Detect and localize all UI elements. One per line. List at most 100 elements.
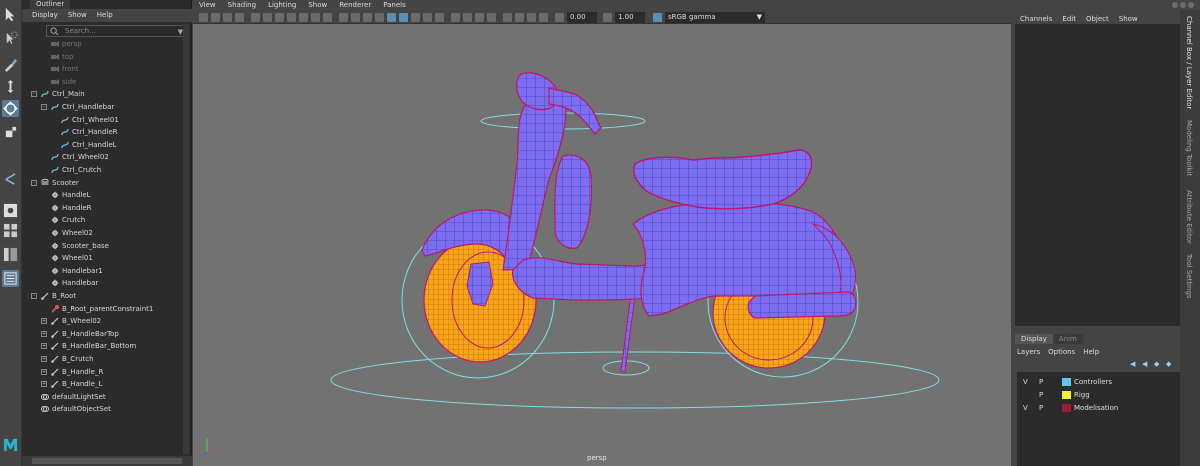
xray-joints-icon[interactable] (503, 13, 512, 22)
layer-visibility-toggle[interactable]: V (1023, 402, 1028, 414)
outliner-item[interactable]: Handlebar1 (22, 265, 182, 277)
gamma-field[interactable]: 1.00 (615, 12, 645, 23)
xray-active-icon[interactable] (515, 13, 524, 22)
menu-show[interactable]: Show (68, 9, 87, 22)
outliner-item[interactable]: side (22, 76, 182, 88)
outliner-item[interactable]: - Scooter (22, 177, 182, 189)
outliner-item[interactable]: - B_Root (22, 290, 182, 302)
outliner-item[interactable]: Handlebar (22, 277, 182, 289)
menu-layers[interactable]: Layers (1017, 346, 1040, 358)
multisample-icon[interactable] (463, 13, 472, 22)
outliner-item[interactable]: + B_Handle_R (22, 366, 182, 378)
textured-icon[interactable] (399, 13, 408, 22)
shadows-icon[interactable] (423, 13, 432, 22)
rotate-tool-icon[interactable] (2, 100, 19, 117)
move-layer-up-icon[interactable]: ◀ (1130, 360, 1138, 368)
layer-playback-toggle[interactable]: P (1039, 389, 1043, 401)
move-layer-down-icon[interactable]: ◀ (1142, 360, 1150, 368)
outliner-item[interactable]: + B_Wheel02 (22, 315, 182, 327)
outliner-item[interactable]: + B_Crutch (22, 353, 182, 365)
tab-anim[interactable]: Anim (1052, 334, 1083, 344)
outliner-item[interactable]: Crutch (22, 214, 182, 226)
gate-mask-icon[interactable] (287, 13, 296, 22)
safe-title-icon[interactable] (323, 13, 332, 22)
new-empty-layer-icon[interactable]: ◆ (1154, 360, 1162, 368)
outliner-item[interactable]: HandleL (22, 189, 182, 201)
menu-help[interactable]: Help (1083, 346, 1099, 358)
menu-options[interactable]: Options (1048, 346, 1075, 358)
tab-tool-settings[interactable]: Tool Settings (1185, 254, 1193, 299)
outliner-item[interactable]: Scooter_base (22, 240, 182, 252)
outliner-item[interactable]: front (22, 63, 182, 75)
menu-renderer[interactable]: Renderer (339, 0, 371, 11)
outliner-item[interactable]: + B_HandleBarTop (22, 328, 182, 340)
outliner-horizontal-scrollbar[interactable] (22, 456, 192, 466)
expand-toggle-icon[interactable]: + (41, 318, 47, 325)
menu-shading[interactable]: Shading (228, 0, 256, 11)
menu-lighting[interactable]: Lighting (268, 0, 296, 11)
outliner-item[interactable]: defaultLightSet (22, 391, 182, 403)
outliner-search-input[interactable]: Search... ▼ (46, 25, 186, 37)
outliner-item[interactable]: defaultObjectSet (22, 403, 182, 415)
isolate-select-icon[interactable] (487, 13, 496, 22)
four-view-icon[interactable] (2, 222, 19, 239)
film-gate-icon[interactable] (263, 13, 272, 22)
settings-icon[interactable] (1172, 2, 1178, 8)
last-tool-icon[interactable] (2, 170, 19, 187)
grid-icon[interactable] (251, 13, 260, 22)
menu-view[interactable]: View (199, 0, 216, 11)
expand-toggle-icon[interactable]: - (31, 91, 37, 98)
outliner-item[interactable]: Ctrl_Wheel01 (22, 114, 182, 126)
expand-toggle-icon[interactable]: + (41, 356, 47, 362)
expand-toggle-icon[interactable]: + (41, 343, 47, 350)
resolution-gate-icon[interactable] (275, 13, 284, 22)
xray-icon[interactable] (375, 13, 384, 22)
single-view-icon[interactable] (2, 202, 19, 219)
colorspace-dropdown[interactable]: sRGB gamma ▼ (665, 12, 765, 23)
outliner-item[interactable]: - Ctrl_Main (22, 88, 182, 100)
layer-color-swatch[interactable] (1062, 391, 1071, 399)
tab-modeling-toolkit[interactable]: Modeling Toolkit (1185, 120, 1193, 176)
field-chart-icon[interactable] (299, 13, 308, 22)
outliner-tab[interactable]: Outliner (30, 0, 71, 9)
image-plane-icon[interactable] (235, 13, 244, 22)
smooth-shade-icon[interactable] (351, 13, 360, 22)
help-icon[interactable] (1180, 2, 1186, 8)
menu-help[interactable]: Help (97, 9, 113, 22)
options-icon[interactable] (1188, 2, 1194, 8)
move-tool-icon[interactable] (2, 78, 19, 95)
menu-show[interactable]: Show (308, 0, 327, 11)
isolate-icon[interactable] (539, 13, 548, 22)
menu-panels[interactable]: Panels (383, 0, 406, 11)
3d-viewport[interactable]: persp (193, 24, 1011, 466)
expand-toggle-icon[interactable]: + (41, 330, 47, 337)
outliner-item[interactable]: Wheel02 (22, 227, 182, 239)
color-management-icon[interactable] (653, 13, 662, 22)
outliner-item[interactable]: HandleR (22, 202, 182, 214)
outliner-item[interactable]: Wheel01 (22, 252, 182, 264)
use-all-lights-icon[interactable] (411, 13, 420, 22)
wireframe-icon[interactable] (339, 13, 348, 22)
expand-toggle-icon[interactable]: - (31, 179, 37, 186)
lasso-tool-icon[interactable] (2, 30, 19, 47)
outliner-item[interactable]: + B_Handle_L (22, 378, 182, 390)
ambient-occlusion-icon[interactable] (435, 13, 444, 22)
outliner-persp-layout-icon[interactable] (2, 246, 19, 263)
outliner-item[interactable]: Ctrl_HandleL (22, 139, 182, 151)
bookmarks-icon[interactable] (223, 13, 232, 22)
camera-attributes-icon[interactable] (211, 13, 220, 22)
outliner-layout-icon[interactable] (2, 270, 19, 287)
scale-tool-icon[interactable] (2, 124, 19, 141)
layer-playback-toggle[interactable]: P (1039, 376, 1043, 388)
new-layer-from-selection-icon[interactable]: ◆ (1166, 360, 1174, 368)
expand-toggle-icon[interactable]: + (41, 381, 47, 388)
select-tool-icon[interactable] (2, 6, 19, 23)
menu-display[interactable]: Display (32, 9, 58, 22)
select-camera-icon[interactable] (199, 13, 208, 22)
outliner-item[interactable]: Ctrl_HandleR (22, 126, 182, 138)
outliner-item[interactable]: top (22, 51, 182, 63)
outliner-item[interactable]: B_Root_parentConstraint1 (22, 303, 182, 315)
gamma-icon[interactable] (603, 13, 612, 22)
expand-toggle-icon[interactable]: - (41, 104, 47, 110)
depth-of-field-icon[interactable] (475, 13, 484, 22)
